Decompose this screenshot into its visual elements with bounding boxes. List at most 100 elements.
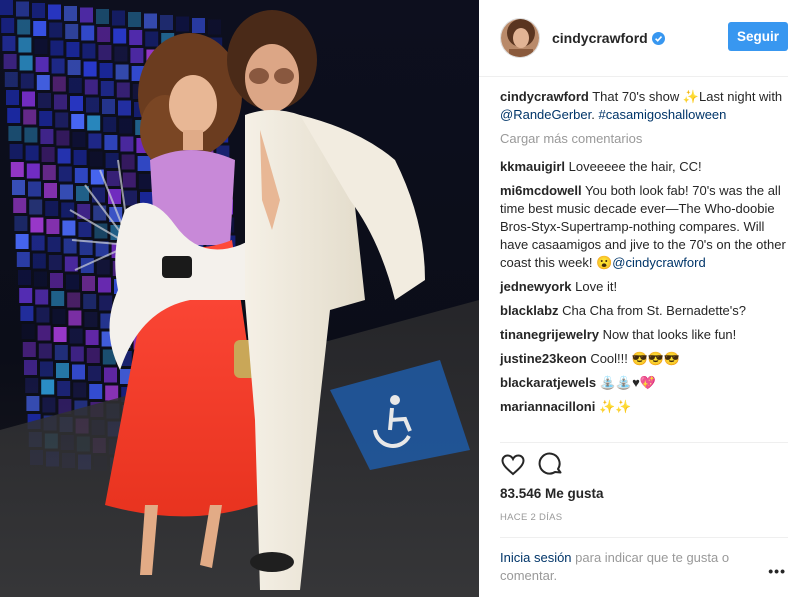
mosaic-tile (22, 342, 36, 357)
likes-count[interactable]: 83.546 Me gusta (500, 486, 604, 501)
mosaic-tile (18, 37, 32, 53)
mosaic-tile (65, 24, 79, 39)
follow-button[interactable]: Seguir (728, 22, 788, 51)
post-username[interactable]: cindycrawford (552, 30, 665, 46)
post-date[interactable]: HACE 2 DÍAS (500, 512, 562, 523)
mosaic-tile (4, 72, 18, 87)
login-link[interactable]: Inicia sesión (500, 550, 572, 565)
mosaic-tile (103, 117, 117, 132)
mosaic-tile (145, 31, 159, 47)
comment-icon[interactable] (538, 452, 564, 478)
mosaic-tile (22, 91, 35, 107)
mosaic-tile (121, 154, 135, 170)
mosaic-tile (58, 166, 72, 182)
mosaic-tile (62, 220, 76, 236)
mosaic-tile (124, 190, 137, 206)
mosaic-tile (28, 181, 41, 197)
mosaic-tile (81, 25, 95, 41)
mosaic-tile (42, 397, 56, 413)
mosaic-tile (52, 309, 66, 324)
mosaic-tile (115, 64, 129, 80)
mosaic-tile (89, 151, 103, 167)
mosaic-tile (176, 16, 189, 32)
mosaic-tile (50, 40, 64, 56)
comment-username[interactable]: mi6mcdowell (500, 183, 582, 198)
mosaic-tile (70, 96, 83, 111)
comment-mention[interactable]: @cindycrawford (612, 255, 705, 270)
mosaic-tile (68, 310, 82, 326)
mosaic-tile (51, 291, 65, 306)
mosaic-tile (50, 273, 63, 288)
mosaic-tile (56, 130, 70, 146)
comment-text: Cool!!! 😎😎😎 (586, 351, 681, 366)
comment-username[interactable]: blackaratjewels (500, 375, 596, 390)
mosaic-tile (41, 379, 55, 395)
mosaic-tile (105, 153, 119, 168)
comment-text: Loveeeee the hair, CC! (565, 159, 702, 174)
mosaic-tile (128, 12, 141, 27)
mosaic-tile (98, 277, 111, 293)
verified-badge-icon (651, 32, 665, 45)
mosaic-tile (73, 382, 87, 398)
mosaic-tile (82, 276, 95, 291)
comment-text: ⛲⛲♥💖 (596, 375, 657, 390)
mosaic-tile (102, 99, 115, 114)
comment-username[interactable]: jednewyork (500, 279, 572, 294)
mosaic-tile (74, 168, 88, 183)
post-photo[interactable] (0, 0, 479, 597)
caption-hashtag[interactable]: #casamigoshalloween (598, 107, 726, 122)
mosaic-tile (30, 217, 44, 233)
post-photo-illustration (0, 0, 479, 597)
mosaic-tile (3, 54, 17, 69)
caption-mention[interactable]: @RandeGerber (500, 107, 591, 122)
comment-username[interactable]: kkmauigirl (500, 159, 565, 174)
caption-username[interactable]: cindycrawford (500, 89, 589, 104)
mosaic-tile (18, 270, 31, 285)
mosaic-tile (40, 361, 53, 377)
comment-item: blacklabz Cha Cha from St. Bernadette's? (500, 302, 788, 320)
mosaic-tile (46, 219, 60, 234)
comment-text: ✨✨ (595, 399, 632, 414)
mosaic-tile (15, 234, 29, 249)
mosaic-tile (85, 330, 99, 345)
mosaic-tile (144, 13, 157, 29)
post-username-text[interactable]: cindycrawford (552, 30, 648, 46)
mosaic-tile (42, 165, 56, 180)
load-more-comments[interactable]: Cargar más comentarios (500, 130, 788, 148)
mosaic-tile (114, 46, 128, 62)
mosaic-tile (25, 378, 39, 393)
heart-icon[interactable] (500, 452, 526, 478)
mosaic-tile (68, 78, 82, 93)
mosaic-tile (84, 312, 98, 327)
more-options-icon[interactable]: ••• (768, 563, 786, 579)
mosaic-tile (13, 198, 27, 213)
mosaic-tile (8, 126, 22, 141)
mosaic-tile (60, 184, 73, 200)
mosaic-tile (26, 163, 40, 179)
action-bar (500, 452, 564, 478)
avatar-image (501, 19, 539, 57)
mosaic-tile (160, 15, 173, 30)
avatar[interactable] (500, 18, 540, 58)
mosaic-tile (57, 148, 71, 164)
mosaic-tile (48, 255, 62, 270)
mosaic-tile (33, 21, 47, 36)
comment-username[interactable]: blacklabz (500, 303, 559, 318)
mosaic-tile (0, 0, 13, 15)
mosaic-tile (82, 43, 96, 59)
actions-divider (500, 442, 788, 443)
mosaic-tile (48, 4, 61, 20)
mosaic-tile (208, 19, 221, 35)
comment-username[interactable]: justine23keon (500, 351, 587, 366)
mosaic-tile (137, 156, 151, 171)
mosaic-tile (67, 292, 81, 308)
mosaic-tile (69, 328, 83, 344)
mosaic-tile (55, 112, 69, 128)
mosaic-tile (45, 201, 59, 216)
mosaic-tile (72, 364, 85, 380)
comment-username[interactable]: tinanegrijewelry (500, 327, 599, 342)
mosaic-tile (56, 363, 69, 378)
mosaic-tile (39, 111, 53, 126)
comment-item: mi6mcdowell You both look fab! 70's was … (500, 182, 788, 272)
comment-username[interactable]: mariannacilloni (500, 399, 595, 414)
